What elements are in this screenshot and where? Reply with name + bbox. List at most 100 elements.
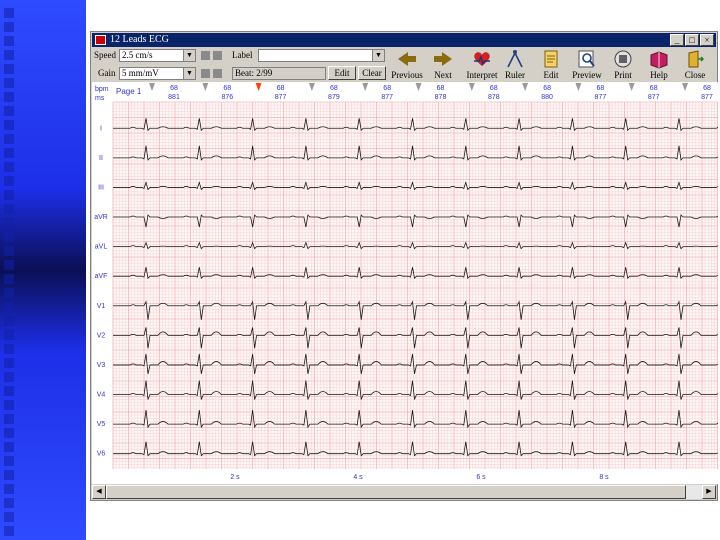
lead-label: V6 — [97, 451, 106, 458]
lead-label: V5 — [97, 421, 106, 428]
decor-square — [4, 484, 14, 494]
clear-label-button[interactable]: Clear — [358, 66, 386, 80]
time-mark: 4 s — [353, 474, 363, 481]
lead-labels: IIIIIIaVRaVLaVFV1V2V3V4V5V6 — [94, 125, 108, 457]
beat-marker[interactable] — [415, 83, 422, 91]
beat-marker[interactable] — [468, 83, 475, 91]
chevron-down-icon[interactable]: ▼ — [372, 50, 384, 61]
chevron-down-icon[interactable]: ▼ — [183, 50, 195, 61]
beat-ms: 878 — [435, 94, 447, 101]
speed-select[interactable]: 2.5 cm/s ▼ — [119, 49, 196, 62]
decor-square — [4, 288, 14, 298]
ecg-chart[interactable]: bpm ms Page 1 68 881 68 876 68 877 68 879 68 877 6… — [92, 82, 720, 484]
beat-ms: 879 — [328, 94, 340, 101]
ecg-chart-area[interactable]: bpm ms Page 1 68 881 68 876 68 877 68 879 68 877 6… — [92, 82, 720, 484]
beat-marker[interactable] — [308, 83, 315, 91]
decor-square — [4, 316, 14, 326]
speed-tool2-icon[interactable] — [213, 51, 222, 60]
decor-square — [4, 400, 14, 410]
edit-label-button[interactable]: Edit — [328, 66, 356, 80]
horizontal-scrollbar[interactable]: ◀ ▶ — [92, 485, 716, 499]
beat-marker[interactable] — [628, 83, 635, 91]
beat-bpm: 68 — [597, 85, 605, 92]
label-select[interactable]: ▼ — [258, 49, 385, 62]
beat-marker[interactable] — [202, 83, 209, 91]
decor-square — [4, 8, 14, 18]
arrow-left-icon — [398, 52, 416, 66]
book-icon — [650, 51, 668, 69]
tool-label: Close — [684, 70, 706, 80]
beat-ms: 877 — [595, 94, 607, 101]
speed-label: Speed — [94, 50, 116, 60]
beat-ms: 877 — [381, 94, 393, 101]
beat-ms: 881 — [168, 94, 180, 101]
beat-marker[interactable] — [682, 83, 688, 91]
scroll-right-icon[interactable]: ▶ — [702, 485, 716, 499]
decor-square — [4, 414, 14, 424]
tool-label: Next — [434, 70, 452, 80]
decor-square — [4, 92, 14, 102]
beat-marker[interactable] — [255, 83, 262, 91]
edit-button[interactable]: Edit — [531, 48, 571, 84]
decor-square — [4, 512, 14, 522]
ruler-button[interactable]: Ruler — [495, 48, 535, 84]
decor-square — [4, 232, 14, 242]
decor-square — [4, 442, 14, 452]
chevron-down-icon[interactable]: ▼ — [183, 68, 195, 79]
scroll-left-icon[interactable]: ◀ — [92, 485, 106, 499]
beat-display: Beat: 2/99 — [232, 67, 326, 80]
print-button[interactable]: Print — [603, 48, 643, 84]
beat-ms: 877 — [275, 94, 287, 101]
decor-square — [4, 22, 14, 32]
close-icon[interactable]: × — [700, 34, 714, 46]
lead-label: aVF — [95, 273, 108, 280]
beat-marker[interactable] — [362, 83, 369, 91]
beat-marker[interactable] — [149, 83, 155, 91]
decor-square — [4, 372, 14, 382]
speed-tool-icon[interactable] — [201, 51, 210, 60]
gain-tool2-icon[interactable] — [213, 69, 222, 78]
help-button[interactable]: Help — [639, 48, 679, 84]
time-mark: 2 s — [230, 474, 240, 481]
beat-bpm: 68 — [277, 85, 285, 92]
lead-label: II — [99, 155, 103, 162]
close-button[interactable]: Close — [675, 48, 715, 84]
decor-square — [4, 148, 14, 158]
decor-square — [4, 330, 14, 340]
lead-label: III — [98, 184, 104, 191]
decor-square — [4, 386, 14, 396]
decor-square — [4, 260, 14, 270]
page-label: Page 1 — [116, 87, 142, 96]
next-button[interactable]: Next — [423, 48, 463, 84]
scroll-thumb[interactable] — [106, 485, 686, 499]
maximize-icon[interactable]: □ — [685, 34, 699, 46]
lead-label: aVR — [94, 214, 108, 221]
gain-select[interactable]: 5 mm/mV ▼ — [119, 67, 196, 80]
previous-button[interactable]: Previous — [387, 48, 427, 84]
beat-marker[interactable] — [575, 83, 582, 91]
toolbar: Speed 2.5 cm/s ▼ Label ▼ Gain 5 mm/mV ▼ … — [92, 48, 716, 84]
preview-button[interactable]: Preview — [567, 48, 607, 84]
gain-label: Gain — [98, 68, 116, 78]
decor-square — [4, 470, 14, 480]
beat-marker[interactable] — [522, 83, 529, 91]
decor-square — [4, 120, 14, 130]
arrow-right-icon — [434, 52, 452, 66]
tool-label: Ruler — [505, 70, 525, 80]
beat-ms: 877 — [701, 94, 713, 101]
decor-square — [4, 246, 14, 256]
beat-bpm: 68 — [703, 85, 711, 92]
minimize-icon[interactable]: _ — [670, 34, 684, 46]
decor-square — [4, 456, 14, 466]
gain-value: 5 mm/mV — [122, 68, 159, 78]
tool-label: Help — [650, 70, 668, 80]
decor-square — [4, 204, 14, 214]
beat-bpm: 68 — [650, 85, 658, 92]
title-bar: 12 Leads ECG _ □ × — [92, 33, 716, 47]
gain-tool-icon[interactable] — [201, 69, 210, 78]
ecg-window: 12 Leads ECG _ □ × Speed 2.5 cm/s ▼ Labe… — [90, 31, 720, 501]
decor-square — [4, 134, 14, 144]
beat-ms: 880 — [541, 94, 553, 101]
decor-square — [4, 302, 14, 312]
decor-square — [4, 176, 14, 186]
